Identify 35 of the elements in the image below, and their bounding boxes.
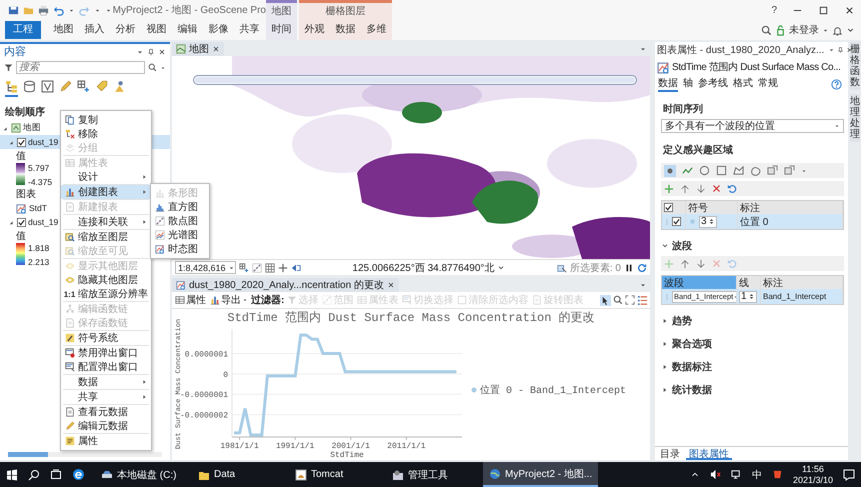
tick-label: 1981/1/1	[220, 442, 259, 451]
layer-name: dust_19	[28, 137, 58, 147]
coordinates: 125.0066225°西 34.8776490°北	[352, 262, 494, 274]
tick-label: 0.0000001	[184, 350, 228, 360]
tick-label: 2001/1/1	[332, 442, 370, 451]
tick-label: -0.0000002	[180, 412, 228, 421]
pane-title: 图表属性 - dust_1980_2020_Analyz...	[657, 44, 824, 56]
legend-heading: 值	[16, 150, 26, 163]
tab-group-label: 地图	[270, 4, 292, 19]
tick-label: 0	[223, 370, 228, 380]
table-cell: 位置 0	[738, 214, 843, 229]
section-heading: 时间序列	[663, 102, 704, 116]
layer-name: 地图	[23, 122, 41, 134]
legend-heading: 图表	[16, 188, 36, 201]
window-title: MyProject2 - 地图 - GeoScene Pro	[112, 4, 266, 17]
layer-name: dust_19	[28, 217, 58, 227]
section-heading: 绘制顺序	[5, 105, 45, 119]
table-cell: Band_1_Intercept	[761, 289, 843, 304]
ramp-value: 5.797	[28, 163, 50, 173]
legend-heading: 值	[16, 230, 26, 243]
chart-title: StdTime 范围内 Dust Surface Mass Concentration 的更改	[227, 311, 595, 325]
ramp-value: 2.213	[28, 257, 50, 267]
tab-group-label: 栅格图层	[324, 4, 366, 19]
pane-title: 内容	[4, 44, 26, 59]
selected-count: 所选要素: 0	[570, 262, 621, 274]
tick-label: -0.0000001	[180, 391, 228, 400]
filter-label: 过滤器:	[251, 294, 284, 307]
axis-title: StdTime	[330, 451, 364, 459]
tick-label: 2011/1/1	[387, 442, 426, 451]
legend-label: 位置 0 - Band_1_Intercept	[480, 386, 626, 397]
ramp-value: 1.818	[28, 243, 50, 253]
section-heading: 定义感兴趣区域	[663, 143, 734, 157]
tick-label: 1991/1/1	[276, 442, 314, 451]
chart-title: StdTime 范围内 Dust Surface Mass Co...	[672, 60, 841, 74]
ramp-value: -4.375	[28, 177, 52, 187]
